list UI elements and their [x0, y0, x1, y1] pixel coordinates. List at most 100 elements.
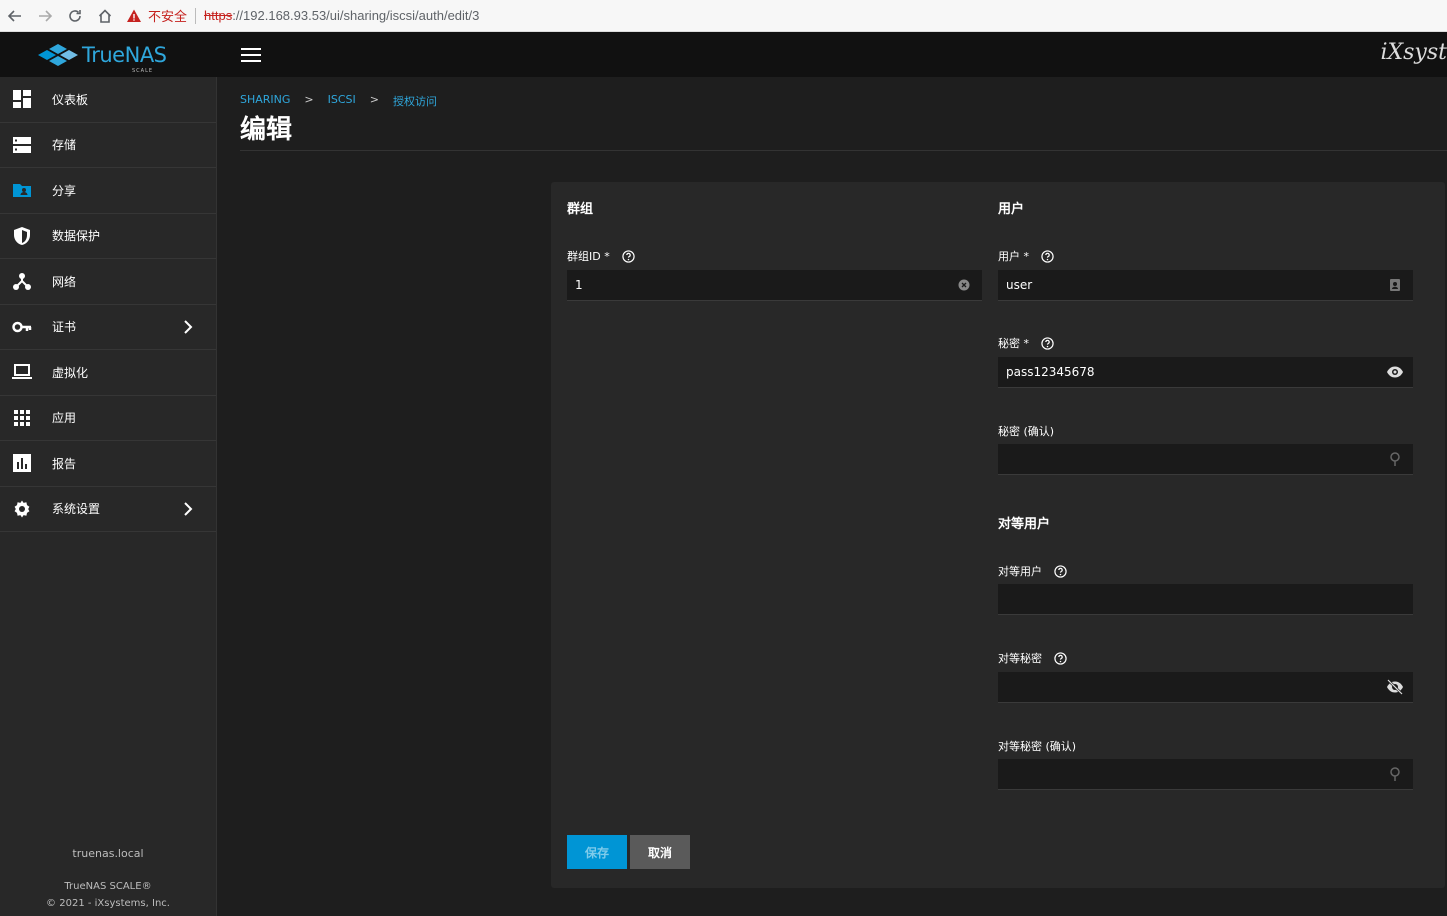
- browser-toolbar: 不安全 https://192.168.93.53/ui/sharing/isc…: [0, 0, 1447, 32]
- apps-grid-icon: [12, 408, 32, 428]
- menu-toggle-button[interactable]: [241, 47, 261, 62]
- sidebar-footer: truenas.local TrueNAS SCALE® © 2021 - iX…: [0, 847, 216, 916]
- main-content: SHARING > ISCSI > 授权访问 编辑 群组 群组ID * 1 用户…: [218, 77, 1447, 916]
- group-section-title: 群组: [567, 202, 594, 217]
- peer-secret-confirm-label-text: 对等秘密 (确认): [998, 740, 1077, 753]
- breadcrumb: SHARING > ISCSI > 授权访问: [240, 93, 437, 109]
- user-label-text: 用户 *: [998, 250, 1029, 263]
- help-icon[interactable]: [1041, 249, 1054, 263]
- app-topbar: TrueNAS SCALE iXsyst: [0, 32, 1447, 77]
- sidebar-item-label: 报告: [52, 456, 77, 471]
- address-bar[interactable]: 不安全 https://192.168.93.53/ui/sharing/isc…: [126, 3, 479, 29]
- home-icon: [98, 8, 112, 23]
- group-id-input[interactable]: 1: [567, 270, 982, 301]
- sidebar-item-storage[interactable]: 存储: [0, 123, 216, 168]
- breadcrumb-iscsi[interactable]: ISCSI: [328, 93, 356, 109]
- chevron-right-icon: [184, 319, 193, 334]
- truenas-logo[interactable]: TrueNAS SCALE: [0, 32, 217, 77]
- sidebar-item-apps[interactable]: 应用: [0, 396, 216, 441]
- secret-confirm-input[interactable]: [998, 444, 1413, 475]
- sidebar-item-label: 仪表板: [52, 92, 89, 107]
- forward-button[interactable]: [30, 1, 60, 31]
- bar-chart-icon: [12, 453, 32, 473]
- show-password-button[interactable]: [1385, 362, 1405, 382]
- sidebar-item-label: 证书: [52, 320, 77, 335]
- reload-button[interactable]: [60, 1, 90, 31]
- user-label: 用户 *: [998, 248, 1054, 264]
- dashboard-icon: [12, 89, 32, 109]
- peer-user-input[interactable]: [998, 584, 1413, 615]
- group-id-label: 群组ID *: [567, 248, 635, 264]
- sidebar-item-label: 系统设置: [52, 502, 101, 517]
- show-password-button[interactable]: [1385, 677, 1405, 697]
- peer-secret-input[interactable]: [998, 672, 1413, 703]
- page-title: 编辑: [240, 115, 293, 145]
- peer-secret-confirm-input[interactable]: [998, 759, 1413, 790]
- url-text: https://192.168.93.53/ui/sharing/iscsi/a…: [204, 8, 479, 23]
- logo-text: TrueNAS SCALE: [82, 42, 167, 74]
- sidebar-item-reporting[interactable]: 报告: [0, 441, 216, 487]
- sidebar-item-label: 存储: [52, 138, 77, 153]
- save-button[interactable]: 保存: [567, 835, 627, 869]
- url-path: ://192.168.93.53/ui/sharing/iscsi/auth/e…: [232, 8, 480, 23]
- version-text: TrueNAS SCALE®: [64, 881, 152, 892]
- sidebar: 仪表板 存储 分享 数据保护 网络 证书 虚拟化 应用 报告 系统设置 true…: [0, 77, 217, 916]
- edit-form-card: 群组 群组ID * 1 用户 用户 * user 秘密 * pass123456…: [551, 182, 1445, 888]
- help-icon[interactable]: [1041, 336, 1054, 350]
- insecure-label: 不安全: [148, 9, 188, 24]
- clear-button[interactable]: [954, 275, 974, 295]
- group-id-label-text: 群组ID *: [567, 250, 610, 263]
- shield-icon: [12, 226, 32, 246]
- password-key-icon: [1385, 449, 1405, 469]
- arrow-left-icon: [7, 9, 21, 22]
- clear-icon: [958, 279, 970, 291]
- peer-section-title: 对等用户: [998, 517, 1051, 532]
- secret-confirm-label-text: 秘密 (确认): [998, 425, 1055, 438]
- peer-secret-confirm-label: 对等秘密 (确认): [998, 738, 1076, 754]
- contact-card-icon: [1385, 275, 1405, 295]
- eye-icon: [1387, 366, 1403, 378]
- peer-user-label: 对等用户: [998, 563, 1067, 579]
- user-value: user: [1006, 278, 1033, 292]
- breadcrumb-separator: >: [304, 93, 314, 106]
- url-scheme: https: [204, 8, 233, 23]
- logo-subtext: SCALE: [132, 67, 154, 74]
- peer-secret-label: 对等秘密: [998, 650, 1067, 666]
- group-id-value: 1: [575, 278, 583, 292]
- sidebar-item-dashboard[interactable]: 仪表板: [0, 77, 216, 123]
- sidebar-item-system-settings[interactable]: 系统设置: [0, 487, 216, 532]
- chevron-right-icon: [184, 501, 193, 516]
- secret-value: pass12345678: [1006, 365, 1095, 379]
- cancel-button[interactable]: 取消: [630, 835, 690, 869]
- url-separator: [195, 7, 197, 24]
- sidebar-item-data-protection[interactable]: 数据保护: [0, 214, 216, 259]
- gear-icon: [12, 499, 32, 519]
- sidebar-item-certificates[interactable]: 证书: [0, 305, 216, 350]
- laptop-icon: [12, 362, 32, 382]
- secret-label-text: 秘密 *: [998, 337, 1029, 350]
- eye-off-icon: [1387, 679, 1403, 695]
- key-icon: [12, 317, 32, 337]
- peer-user-label-text: 对等用户: [998, 565, 1042, 578]
- secret-input[interactable]: pass12345678: [998, 357, 1413, 388]
- network-icon: [12, 271, 32, 291]
- copyright-text: © 2021 - iXsystems, Inc.: [46, 898, 170, 909]
- password-key-icon: [1385, 764, 1405, 784]
- secret-label: 秘密 *: [998, 335, 1054, 351]
- help-icon[interactable]: [622, 249, 635, 263]
- breadcrumb-separator: >: [369, 93, 379, 106]
- breadcrumb-sharing[interactable]: SHARING: [240, 93, 290, 109]
- hostname: truenas.local: [72, 847, 144, 860]
- help-icon[interactable]: [1054, 651, 1067, 665]
- home-button[interactable]: [90, 1, 120, 31]
- back-button[interactable]: [0, 1, 30, 31]
- breadcrumb-authorized-access[interactable]: 授权访问: [393, 93, 437, 109]
- arrow-right-icon: [39, 9, 53, 22]
- help-icon[interactable]: [1054, 564, 1067, 578]
- sidebar-item-sharing[interactable]: 分享: [0, 168, 216, 214]
- user-input[interactable]: user: [998, 270, 1413, 301]
- sidebar-item-network[interactable]: 网络: [0, 259, 216, 305]
- reload-icon: [69, 9, 81, 22]
- ixsystems-logo[interactable]: iXsyst: [1380, 40, 1447, 65]
- sidebar-item-virtualization[interactable]: 虚拟化: [0, 350, 216, 396]
